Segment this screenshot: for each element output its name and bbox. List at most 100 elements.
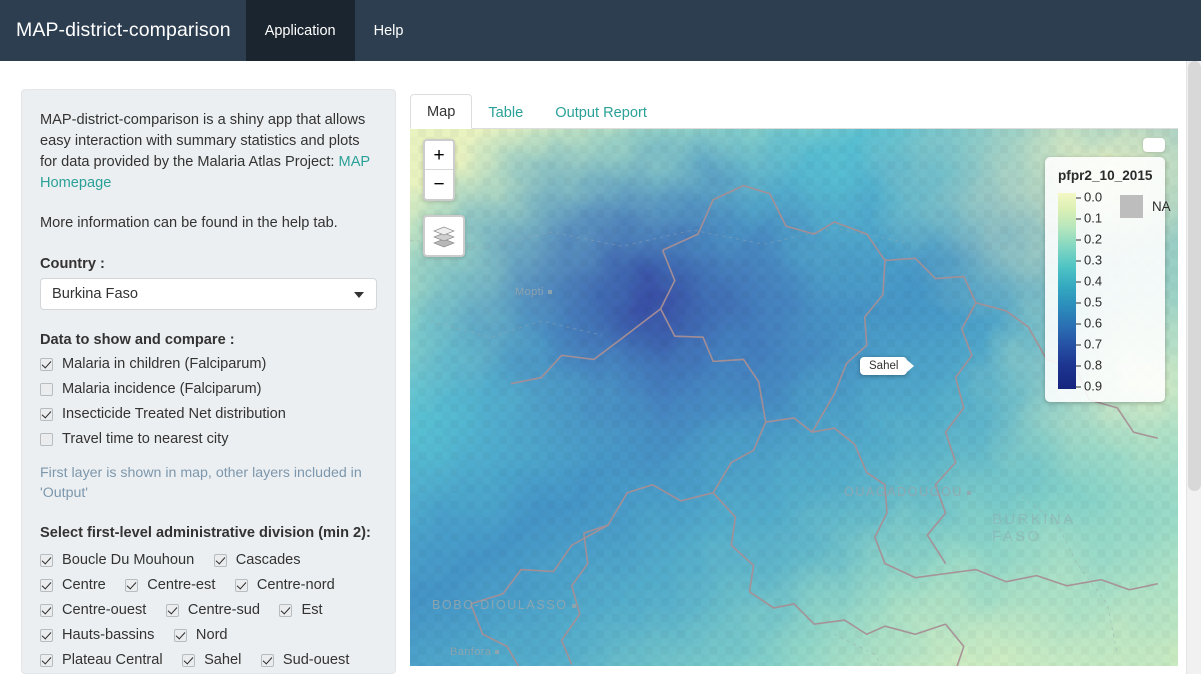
- scrollbar-thumb[interactable]: [1188, 61, 1201, 491]
- checkbox-label: Centre: [62, 577, 106, 593]
- place-label-burkina-faso: BURKINA FASO: [992, 511, 1075, 545]
- checkbox-row-plateau-central[interactable]: Plateau Central: [40, 649, 163, 672]
- intro-more-text: More information can be found in the hel…: [40, 215, 338, 231]
- zoom-in-button[interactable]: +: [425, 141, 453, 170]
- legend-tick: 0.6: [1076, 316, 1102, 331]
- checkbox-row-travel-time[interactable]: Travel time to nearest city: [40, 431, 377, 447]
- nav-link-application[interactable]: Application: [245, 0, 355, 61]
- checkbox-icon[interactable]: [279, 604, 293, 617]
- checkbox-icon[interactable]: [182, 654, 196, 667]
- tab-output-report[interactable]: Output Report: [539, 96, 663, 129]
- checkbox-row-centre-est[interactable]: Centre-est: [125, 574, 215, 597]
- navbar-links: Application Help: [245, 0, 423, 61]
- checkbox-row-centre-sud[interactable]: Centre-sud: [165, 599, 261, 622]
- checkbox-row-sahel[interactable]: Sahel: [182, 649, 241, 672]
- sidebar-wrapper: MAP-district-comparison is a shiny app t…: [0, 89, 410, 674]
- checkbox-label: Plateau Central: [62, 652, 163, 668]
- zoom-control[interactable]: + −: [423, 139, 455, 201]
- checkbox-label: Hauts-bassins: [62, 627, 155, 643]
- legend-tick: 0.0: [1076, 190, 1102, 205]
- checkbox-row-boucle-du-mouhoun[interactable]: Boucle Du Mouhoun: [40, 549, 194, 572]
- checkbox-label: Est: [301, 602, 323, 618]
- checkbox-row-centre[interactable]: Centre: [40, 574, 106, 597]
- legend-tick: 0.3: [1076, 253, 1102, 268]
- navbar: MAP-district-comparison Application Help: [0, 0, 1201, 61]
- checkbox-icon[interactable]: [213, 554, 227, 567]
- legend-tick: 0.1: [1076, 211, 1102, 226]
- legend-na-entry: NA: [1120, 195, 1171, 218]
- legend-body: 0.0 0.1 0.2 0.3 0.4 0.5 0.6 0.7 0.8 0.9 …: [1058, 190, 1171, 394]
- layers-control-button[interactable]: [423, 215, 465, 257]
- checkbox-icon[interactable]: [40, 654, 53, 667]
- tab-table[interactable]: Table: [472, 96, 539, 129]
- checkbox-label: Travel time to nearest city: [62, 431, 229, 447]
- checkbox-label: Sud-ouest: [282, 652, 350, 668]
- checkbox-row-nord[interactable]: Nord: [173, 624, 228, 647]
- legend-tick: 0.4: [1076, 274, 1102, 289]
- checkbox-label: Centre-nord: [256, 577, 335, 593]
- place-label-ouagadougou: OUAGADOUGOU: [844, 485, 971, 499]
- nav-link-help[interactable]: Help: [355, 0, 423, 61]
- checkbox-label: Centre-sud: [187, 602, 261, 618]
- checkbox-label: Sahel: [204, 652, 242, 668]
- checkbox-icon[interactable]: [40, 407, 53, 421]
- checkbox-icon[interactable]: [125, 579, 139, 592]
- checkbox-row-hauts-bassins[interactable]: Hauts-bassins: [40, 624, 154, 647]
- place-label-banfora: Banfora: [450, 646, 500, 658]
- map-container[interactable]: Mopti OUAGADOUGOU BURKINA FASO BOBO-DIOU…: [410, 129, 1178, 666]
- checkbox-label: Insecticide Treated Net distribution: [62, 406, 286, 422]
- checkbox-icon[interactable]: [40, 579, 53, 592]
- legend-tick: 0.7: [1076, 337, 1102, 352]
- checkbox-row-cascades[interactable]: Cascades: [213, 549, 301, 572]
- map-corner-control[interactable]: [1143, 138, 1165, 152]
- legend-tick: 0.2: [1076, 232, 1102, 247]
- intro-paragraph: MAP-district-comparison is a shiny app t…: [40, 110, 377, 194]
- place-label-mopti: Mopti: [515, 286, 552, 298]
- checkbox-icon[interactable]: [165, 604, 179, 617]
- tab-bar: Map Table Output Report: [410, 89, 1178, 129]
- legend-na-label: NA: [1152, 199, 1171, 214]
- map-marker-tooltip-sahel[interactable]: Sahel: [860, 357, 915, 375]
- legend-tick: 0.9: [1076, 379, 1102, 394]
- checkbox-row-malaria-incidence[interactable]: Malaria incidence (Falciparum): [40, 381, 377, 397]
- country-label: Country :: [40, 256, 105, 272]
- legend-tick-list: 0.0 0.1 0.2 0.3 0.4 0.5 0.6 0.7 0.8 0.9: [1076, 190, 1132, 394]
- checkbox-row-malaria-children[interactable]: Malaria in children (Falciparum): [40, 356, 377, 372]
- checkbox-icon[interactable]: [40, 382, 53, 396]
- zoom-out-button[interactable]: −: [425, 170, 453, 199]
- checkbox-label: Boucle Du Mouhoun: [62, 552, 195, 568]
- checkbox-icon[interactable]: [234, 579, 248, 592]
- checkbox-row-centre-ouest[interactable]: Centre-ouest: [40, 599, 146, 622]
- checkbox-icon[interactable]: [40, 604, 53, 617]
- checkbox-row-centre-nord[interactable]: Centre-nord: [234, 574, 335, 597]
- layer-help-text: First layer is shown in map, other layer…: [40, 465, 362, 501]
- page-body: MAP-district-comparison is a shiny app t…: [0, 61, 1201, 674]
- navbar-brand: MAP-district-comparison: [16, 19, 231, 41]
- tab-map[interactable]: Map: [410, 94, 473, 129]
- checkbox-label: Malaria in children (Falciparum): [62, 356, 267, 372]
- main-panel: Map Table Output Report Mopti OUAGADOUGO…: [410, 89, 1201, 674]
- checkbox-row-sud-ouest[interactable]: Sud-ouest: [260, 649, 350, 672]
- admin-divisions-list: Boucle Du Mouhoun Cascades Centre Centre…: [40, 549, 377, 673]
- checkbox-icon[interactable]: [40, 629, 53, 642]
- place-label-bobo-dioulasso: BOBO-DIOULASSO: [432, 598, 576, 612]
- checkbox-label: Centre-ouest: [62, 602, 147, 618]
- page-scrollbar[interactable]: [1186, 61, 1201, 674]
- checkbox-icon[interactable]: [40, 554, 53, 567]
- chevron-down-icon: [354, 292, 364, 298]
- legend-title: pfpr2_10_2015: [1058, 168, 1153, 183]
- checkbox-icon[interactable]: [40, 432, 53, 446]
- checkbox-row-est[interactable]: Est: [279, 599, 323, 622]
- intro-text: MAP-district-comparison is a shiny app t…: [40, 112, 366, 170]
- checkbox-icon[interactable]: [40, 357, 53, 371]
- data-layers-title: Data to show and compare :: [40, 332, 235, 348]
- country-select-value: Burkina Faso: [52, 286, 138, 302]
- checkbox-label: Centre-est: [147, 577, 216, 593]
- data-layers-list: Malaria in children (Falciparum) Malaria…: [40, 356, 377, 447]
- country-select[interactable]: Burkina Faso: [40, 278, 377, 310]
- checkbox-icon[interactable]: [260, 654, 274, 667]
- checkbox-row-itn-distribution[interactable]: Insecticide Treated Net distribution: [40, 406, 377, 422]
- checkbox-label: Nord: [195, 627, 228, 643]
- layers-icon: [433, 226, 455, 248]
- checkbox-icon[interactable]: [173, 629, 187, 642]
